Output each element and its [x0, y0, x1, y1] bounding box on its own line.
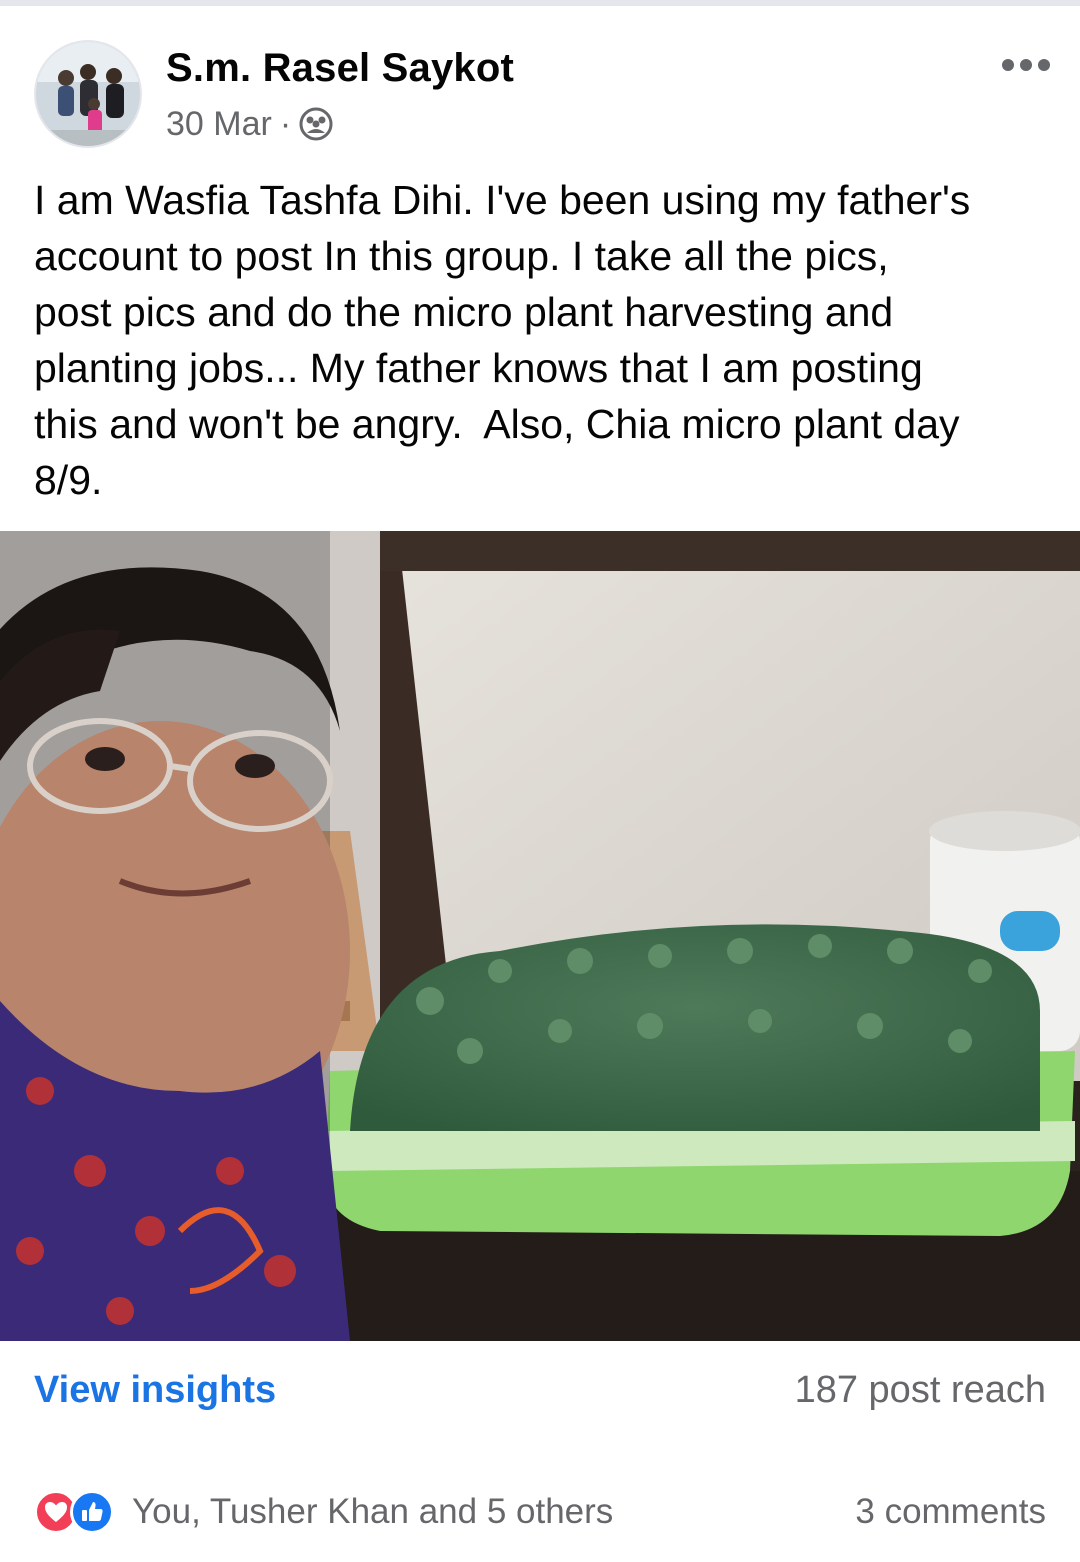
post-date[interactable]: 30 Mar — [166, 105, 272, 144]
author-avatar[interactable] — [34, 40, 142, 148]
more-dot — [1020, 59, 1032, 71]
meta-separator: · — [279, 104, 292, 143]
reactors-summary[interactable]: You, Tusher Khan and 5 others — [132, 1492, 613, 1532]
comments-count[interactable]: 3 comments — [855, 1492, 1046, 1532]
post-meta: 30 Mar · — [166, 104, 333, 144]
photo-illustration — [0, 531, 1080, 1341]
more-dots-icon[interactable] — [998, 50, 1054, 80]
post-photo[interactable] — [0, 531, 1080, 1341]
more-dot — [1002, 59, 1014, 71]
post-header: S.m. Rasel Saykot 30 Mar · — [0, 6, 1080, 156]
post-reach: 187 post reach — [794, 1369, 1046, 1411]
post-text: I am Wasfia Tashfa Dihi. I've been using… — [34, 177, 971, 503]
reaction-icons[interactable] — [34, 1490, 124, 1534]
insights-row: View insights 187 post reach — [0, 1341, 1080, 1441]
thumbs-up-icon — [82, 1502, 103, 1521]
view-insights-link[interactable]: View insights — [34, 1369, 276, 1412]
more-dot — [1038, 59, 1050, 71]
reactions-row: You, Tusher Khan and 5 others 3 comments — [0, 1470, 1080, 1550]
like-reaction-icon — [70, 1490, 114, 1534]
group-icon — [299, 107, 333, 141]
author-name[interactable]: S.m. Rasel Saykot — [166, 46, 514, 91]
avatar-photo-icon — [36, 42, 140, 146]
